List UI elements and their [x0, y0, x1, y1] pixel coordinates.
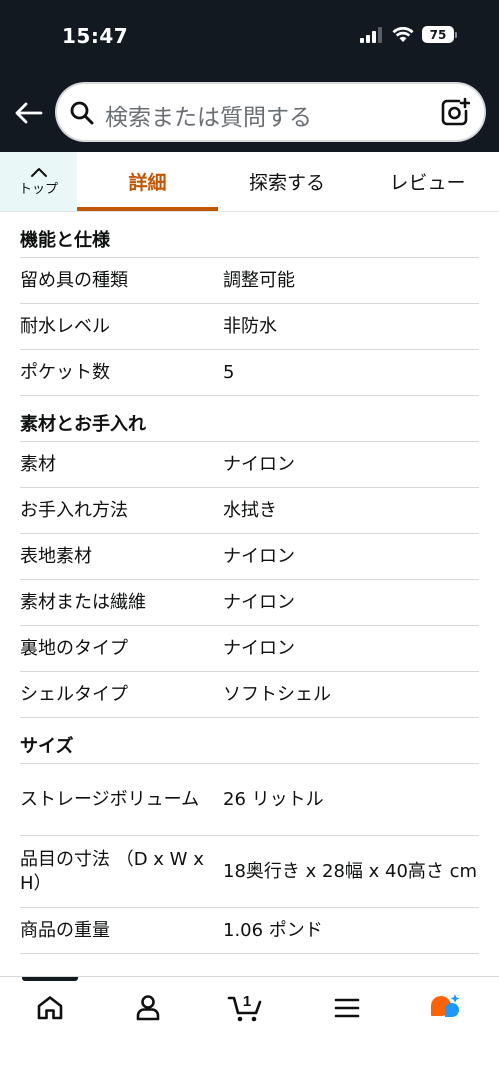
- spec-key: ストレージボリューム: [20, 788, 200, 810]
- nav-cart[interactable]: 1: [217, 991, 277, 1025]
- spec-row: 素材 ナイロン: [20, 442, 479, 488]
- tab-bar: トップ 詳細 探索する レビュー: [0, 152, 499, 212]
- bottom-nav: 1: [0, 976, 499, 1080]
- back-button[interactable]: [12, 98, 46, 128]
- spec-row: ストレージボリューム 26 リットル: [20, 764, 479, 836]
- spec-row: 裏地のタイプ ナイロン: [20, 626, 479, 672]
- cart-count: 1: [243, 993, 251, 1010]
- spec-row: 表地素材 ナイロン: [20, 534, 479, 580]
- spec-value: ソフトシェル: [223, 683, 331, 705]
- app-header: 15:47 75 検索または質問する: [0, 0, 499, 152]
- spec-key: シェルタイプ: [20, 683, 128, 705]
- spec-key: 商品の重量: [20, 919, 110, 941]
- search-icon: [70, 101, 94, 125]
- spec-value: ナイロン: [223, 591, 295, 613]
- tab-review[interactable]: レビュー: [356, 152, 499, 211]
- spec-value: 非防水: [223, 315, 277, 337]
- battery-tip: [455, 31, 457, 38]
- spec-row: お手入れ方法 水拭き: [20, 488, 479, 534]
- tab-explore[interactable]: 探索する: [218, 152, 356, 211]
- nav-home[interactable]: [20, 991, 80, 1025]
- spec-key: 耐水レベル: [20, 315, 110, 337]
- wifi-icon: [392, 26, 414, 42]
- nav-menu[interactable]: [317, 991, 377, 1025]
- section-features: 機能と仕様 留め具の種類 調整可能 耐水レベル 非防水 ポケット数 5: [0, 212, 499, 396]
- spec-key: 裏地のタイプ: [20, 637, 128, 659]
- spec-row: シェルタイプ ソフトシェル: [20, 672, 479, 718]
- spec-row: 留め具の種類 調整可能: [20, 258, 479, 304]
- spec-row: 耐水レベル 非防水: [20, 304, 479, 350]
- home-icon: [37, 996, 63, 1020]
- spec-row: ポケット数 5: [20, 350, 479, 396]
- spec-value: 26 リットル: [223, 788, 324, 810]
- spec-value: 水拭き: [223, 499, 277, 521]
- section-materials: 素材とお手入れ 素材 ナイロン お手入れ方法 水拭き 表地素材 ナイロン 素材ま…: [0, 396, 499, 718]
- nav-active-indicator: [22, 977, 78, 981]
- section-title: 機能と仕様: [20, 212, 479, 258]
- account-icon: [136, 995, 160, 1021]
- tab-detail[interactable]: 詳細: [77, 152, 218, 211]
- spec-row: 商品の重量 1.06 ポンド: [20, 908, 479, 954]
- active-tab-indicator: [77, 207, 218, 211]
- section-title: 素材とお手入れ: [20, 396, 479, 442]
- camera-icon[interactable]: [440, 97, 470, 127]
- spec-value: ナイロン: [223, 545, 295, 567]
- nav-account[interactable]: [118, 991, 178, 1025]
- menu-icon: [334, 998, 360, 1018]
- spec-key: 表地素材: [20, 545, 92, 567]
- spec-value: 調整可能: [223, 269, 295, 291]
- arrow-left-icon: [15, 102, 43, 124]
- tab-top-label: トップ: [18, 182, 58, 197]
- rufus-icon: [431, 994, 460, 1017]
- battery-level: 75: [422, 26, 454, 43]
- search-bar[interactable]: 検索または質問する: [57, 84, 484, 140]
- tab-top[interactable]: トップ: [0, 152, 77, 211]
- section-size: サイズ ストレージボリューム 26 リットル 品目の寸法 （D x W x H）…: [0, 718, 499, 954]
- spec-key: 素材: [20, 453, 56, 475]
- cart-icon: 1: [227, 993, 262, 1022]
- spec-row: 素材または繊維 ナイロン: [20, 580, 479, 626]
- spec-value: ナイロン: [223, 453, 295, 475]
- spec-value: 1.06 ポンド: [223, 919, 323, 941]
- spec-value: 18奥行き x 28幅 x 40高さ cm: [223, 860, 478, 882]
- spec-key: 素材または繊維: [20, 591, 146, 613]
- battery-indicator: 75: [422, 26, 457, 43]
- spec-key: ポケット数: [20, 361, 110, 383]
- spec-row: 品目の寸法 （D x W x H） 18奥行き x 28幅 x 40高さ cm: [20, 836, 479, 908]
- status-time: 15:47: [62, 24, 129, 48]
- spec-value: 5: [223, 361, 235, 383]
- status-icons: 75: [360, 26, 457, 43]
- spec-key: 品目の寸法 （D x W x H）: [20, 848, 204, 894]
- signal-icon: [360, 26, 382, 43]
- search-input[interactable]: 検索または質問する: [105, 98, 312, 132]
- section-title: サイズ: [20, 718, 479, 764]
- spec-key: 留め具の種類: [20, 269, 128, 291]
- nav-rufus[interactable]: [415, 991, 475, 1025]
- product-details: 機能と仕様 留め具の種類 調整可能 耐水レベル 非防水 ポケット数 5 素材とお…: [0, 212, 499, 954]
- spec-key: お手入れ方法: [20, 499, 128, 521]
- spec-value: ナイロン: [223, 637, 295, 659]
- chevron-up-icon: [30, 168, 47, 177]
